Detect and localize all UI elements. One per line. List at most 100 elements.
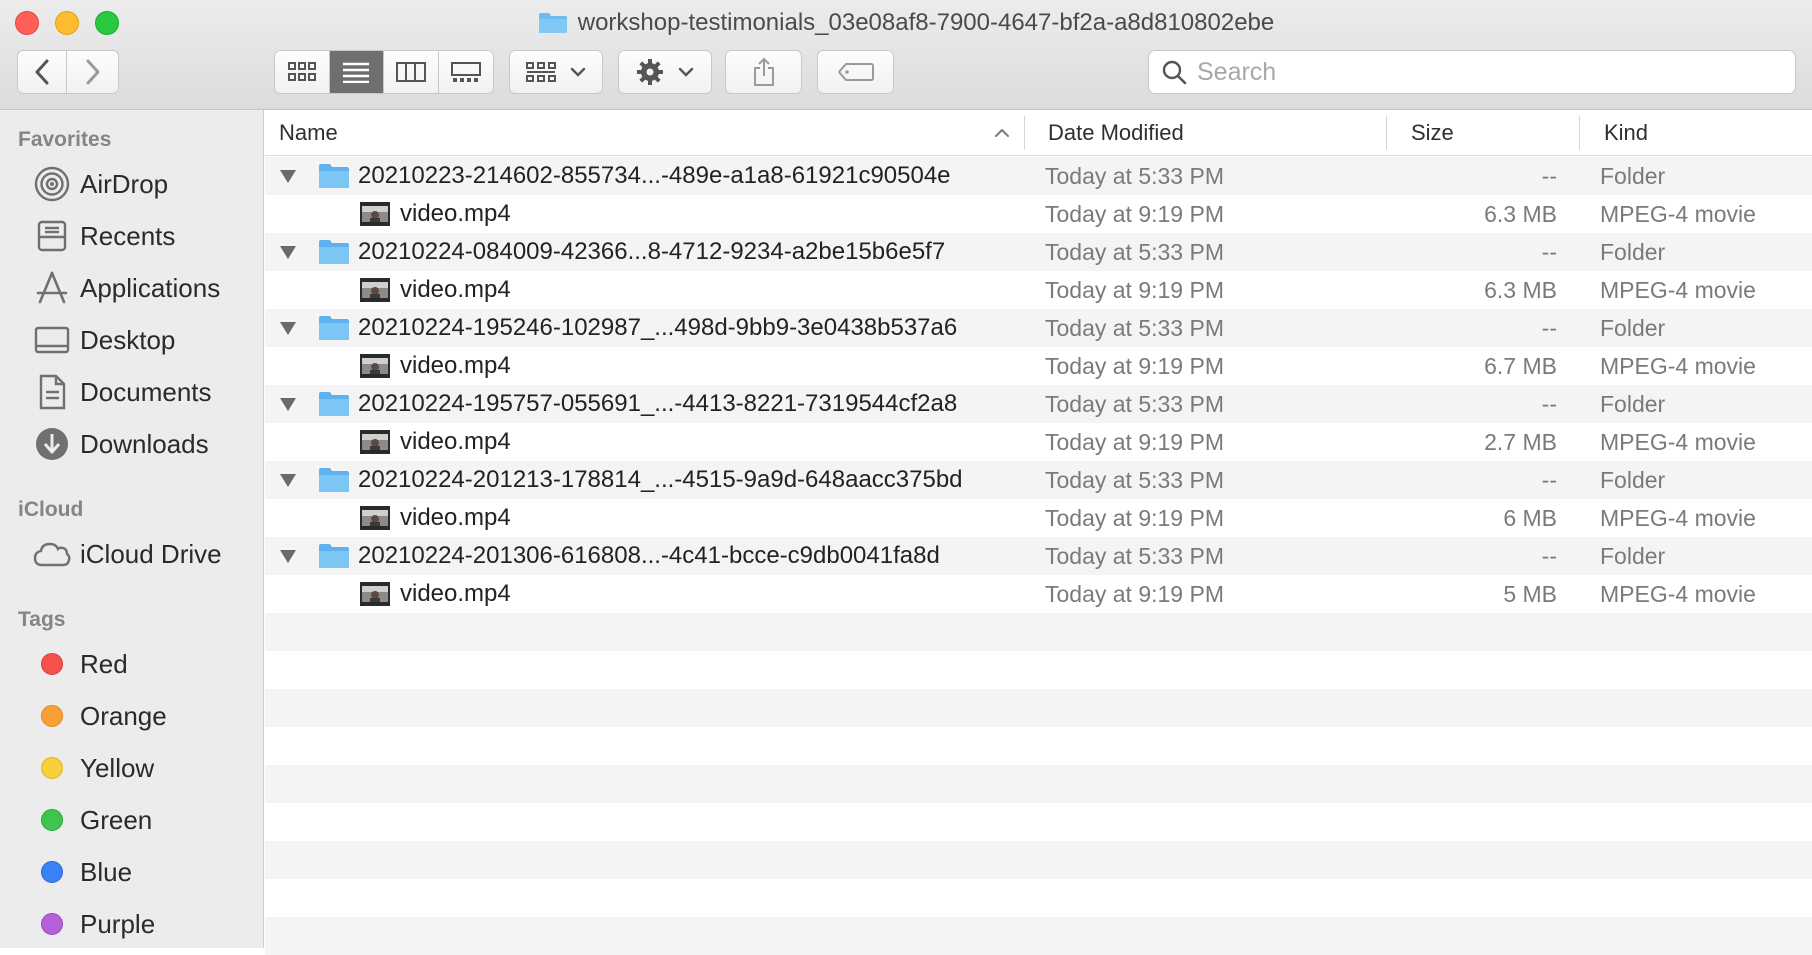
row-size: 6.7 MB [1484,352,1557,379]
tag-button[interactable] [817,50,894,94]
back-button[interactable] [18,51,68,93]
tag-color-dot [32,904,72,944]
column-header-size[interactable]: Size [1411,110,1454,156]
column-header-kind[interactable]: Kind [1604,110,1648,156]
gallery-view-button[interactable] [439,51,494,93]
column-header-date[interactable]: Date Modified [1048,110,1184,156]
window-title: workshop-testimonials_03e08af8-7900-4647… [577,9,1275,36]
sidebar-tag-blue[interactable]: Blue [32,851,132,893]
sidebar-item-label: Recents [80,220,176,251]
chevron-down-icon [570,67,586,77]
row-size: 5 MB [1503,580,1557,607]
row-size: -- [1541,238,1557,265]
sidebar-item-airdrop[interactable]: AirDrop [32,163,168,205]
tag-color-dot [32,748,72,788]
row-size: 6.3 MB [1484,276,1557,303]
empty-row [265,917,1812,955]
file-row[interactable]: video.mp4 Today at 9:19 PM 6 MB MPEG-4 movi… [265,499,1812,537]
row-size: 6 MB [1503,504,1557,531]
folder-row[interactable]: 20210223-214602-855734...-489e-a1a8-6192… [265,157,1812,195]
sidebar-tag-purple[interactable]: Purple [32,903,155,945]
sidebar-item-documents[interactable]: Documents [32,371,212,413]
folder-row[interactable]: 20210224-201213-178814_...-4515-9a9d-648… [265,461,1812,499]
column-divider[interactable] [1024,116,1025,150]
search-field[interactable] [1148,50,1796,94]
row-kind: Folder [1600,162,1666,189]
sidebar-item-desktop[interactable]: Desktop [32,319,175,361]
sort-ascending-icon [995,129,1009,137]
row-kind: MPEG-4 movie [1600,276,1756,303]
view-mode-segment [274,50,494,94]
sidebar: Favorites AirDrop Recents Applications D… [0,110,264,948]
action-button[interactable] [618,50,712,94]
recents-icon [32,216,72,256]
sidebar-item-icloud-drive[interactable]: iCloud Drive [32,533,222,575]
folder-row[interactable]: 20210224-084009-42366...8-4712-9234-a2be… [265,233,1812,271]
file-row[interactable]: video.mp4 Today at 9:19 PM 6.3 MB MPEG-4 mo… [265,271,1812,309]
icon-view-button[interactable] [275,51,330,93]
tag-icon [837,63,874,81]
empty-row [265,841,1812,879]
column-header-row: Name Date Modified Size Kind [265,110,1812,156]
file-row[interactable]: video.mp4 Today at 9:19 PM 6.7 MB MPEG-4 mo… [265,347,1812,385]
file-row[interactable]: video.mp4 Today at 9:19 PM 6.3 MB MPEG-4 mo… [265,195,1812,233]
tag-color-dot [32,852,72,892]
folder-row[interactable]: 20210224-195757-055691_...-4413-8221-731… [265,385,1812,423]
navigation-buttons [17,50,119,94]
list-view-button[interactable] [329,51,384,93]
row-size: -- [1541,162,1557,189]
sidebar-item-label: Applications [80,272,221,303]
sidebar-item-label: Green [80,804,153,835]
sidebar-tag-orange[interactable]: Orange [32,695,167,737]
sidebar-item-label: iCloud Drive [80,538,222,569]
chevron-down-icon [678,67,694,77]
sidebar-item-label: Orange [80,700,167,731]
file-row[interactable]: video.mp4 Today at 9:19 PM 5 MB MPEG-4 movi… [265,575,1812,613]
sidebar-tag-red[interactable]: Red [32,643,128,685]
sidebar-tag-yellow[interactable]: Yellow [32,747,154,789]
folder-row[interactable]: 20210224-201306-616808...-4c41-bcce-c9db… [265,537,1812,575]
file-row[interactable]: video.mp4 Today at 9:19 PM 2.7 MB MPEG-4 mo… [265,423,1812,461]
empty-row [265,727,1812,765]
sidebar-item-downloads[interactable]: Downloads [32,423,209,465]
sidebar-heading-favorites: Favorites [18,128,112,151]
forward-button[interactable] [67,51,118,93]
column-view-button[interactable] [384,51,439,93]
row-kind: Folder [1600,238,1666,265]
finder-window: workshop-testimonials_03e08af8-7900-4647… [0,0,1812,955]
sidebar-item-recents[interactable]: Recents [32,215,175,257]
search-input[interactable] [1197,57,1777,87]
row-size: -- [1541,314,1557,341]
cloud-icon [32,534,72,574]
downloads-icon [32,424,72,464]
row-size: 2.7 MB [1484,428,1557,455]
sidebar-item-label: Yellow [80,752,155,783]
share-button[interactable] [725,50,802,94]
tag-color-dot [32,644,72,684]
airdrop-icon [32,164,72,204]
tag-color-dot [32,800,72,840]
row-size: -- [1541,542,1557,569]
column-divider[interactable] [1386,116,1387,150]
search-icon [1162,60,1187,85]
sidebar-item-applications[interactable]: Applications [32,267,220,309]
chevron-left-icon [35,59,49,85]
sidebar-tag-green[interactable]: Green [32,799,152,841]
column-divider[interactable] [1579,116,1580,150]
applications-icon [32,268,72,308]
icon-grid-icon [287,62,316,81]
list-icon [343,62,370,83]
empty-row [265,879,1812,917]
group-button[interactable] [509,50,603,94]
empty-row [265,613,1812,651]
sidebar-heading-icloud: iCloud [18,498,84,521]
row-kind: MPEG-4 movie [1600,352,1756,379]
column-header-name[interactable]: Name [279,110,338,156]
folder-row[interactable]: 20210224-195246-102987_...498d-9bb9-3e04… [265,309,1812,347]
sidebar-heading-tags: Tags [18,608,66,631]
tag-color-dot [32,696,72,736]
toolbar: workshop-testimonials_03e08af8-7900-4647… [0,0,1812,110]
row-kind: Folder [1600,390,1666,417]
window-title-group: workshop-testimonials_03e08af8-7900-4647… [0,8,1812,38]
empty-row [265,803,1812,841]
